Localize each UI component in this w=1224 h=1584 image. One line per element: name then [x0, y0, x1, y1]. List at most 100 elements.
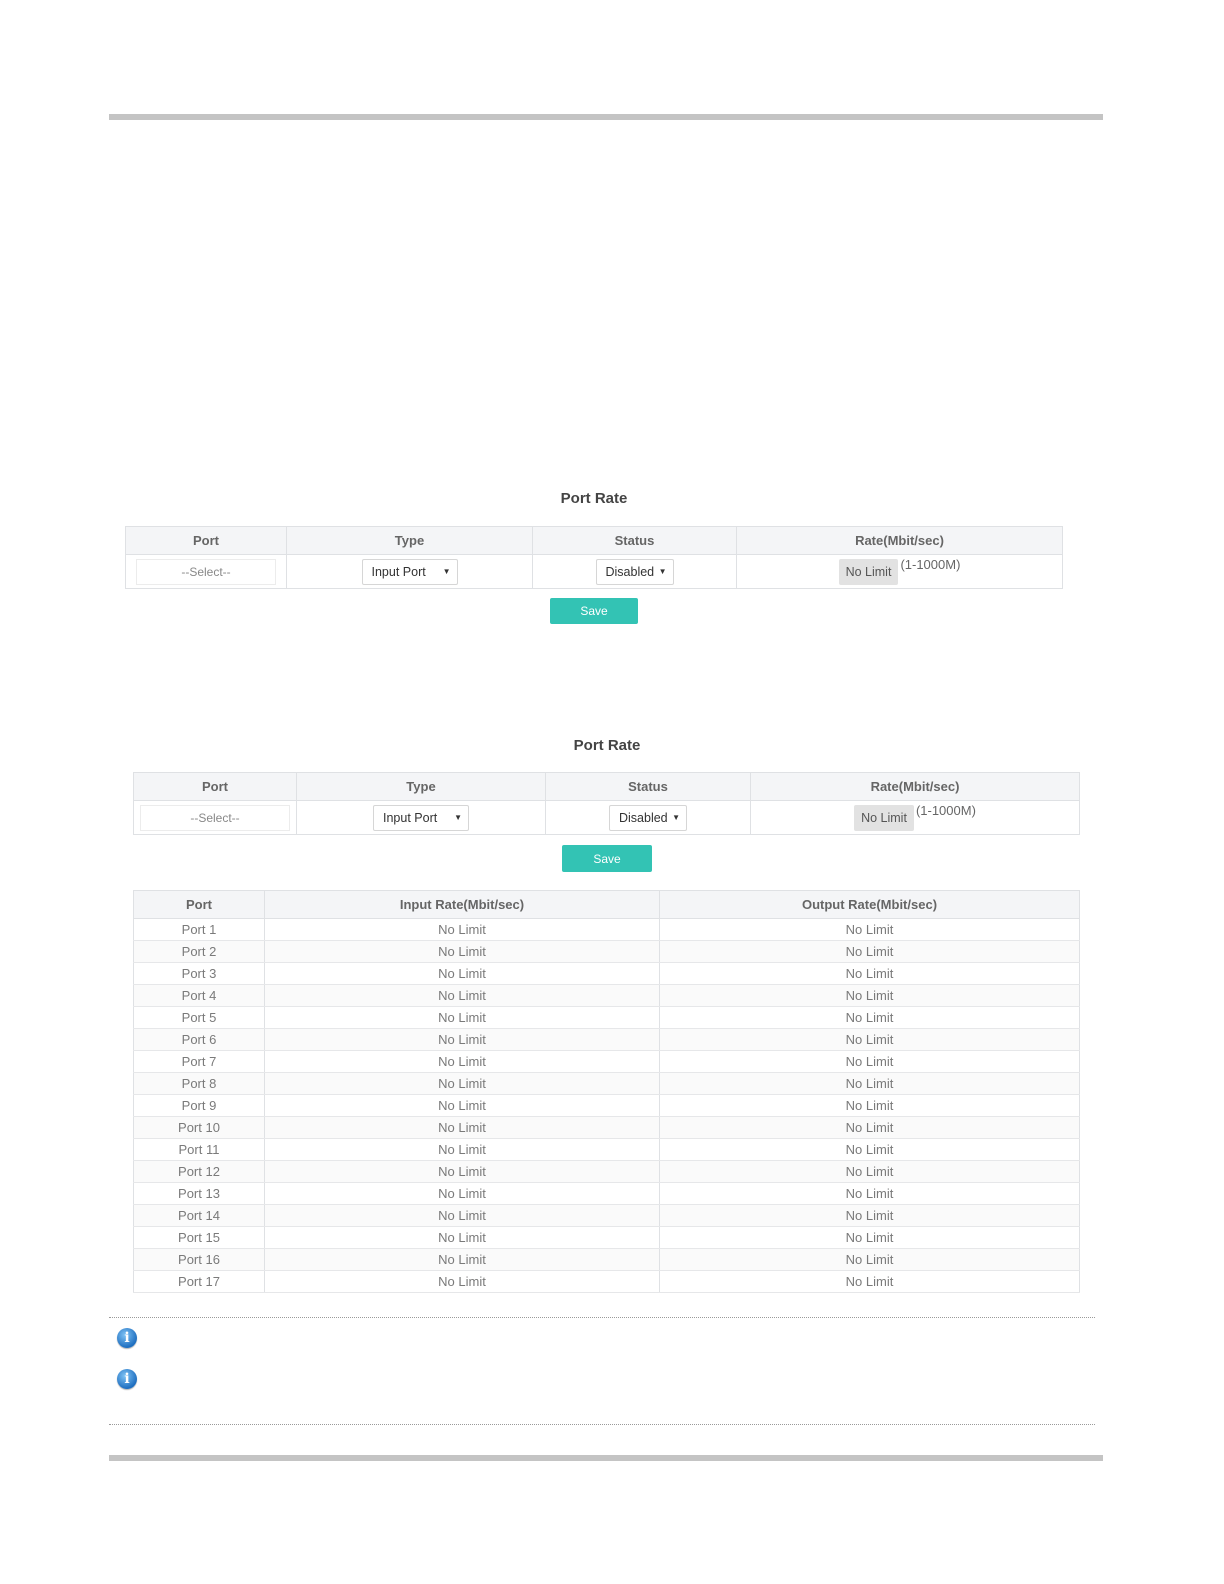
cell-port: Port 8 — [133, 1072, 265, 1095]
cell-port: Port 11 — [133, 1138, 265, 1161]
cell-port: Port 13 — [133, 1182, 265, 1205]
cell-input: No Limit — [264, 1248, 660, 1271]
cell-output: No Limit — [659, 962, 1080, 985]
port-rate-list-table: Port Input Rate(Mbit/sec) Output Rate(Mb… — [133, 890, 1080, 1293]
cell-output: No Limit — [659, 1226, 1080, 1249]
bottom-rule — [109, 1455, 1103, 1461]
header-rate: Rate(Mbit/sec) — [736, 526, 1063, 555]
cell-port: Port 14 — [133, 1204, 265, 1227]
cell-port: Port 16 — [133, 1248, 265, 1271]
table-row: Port 7 No Limit No Limit — [133, 1050, 1080, 1073]
cell-port: Port 2 — [133, 940, 265, 963]
top-rule — [109, 114, 1103, 120]
header-type: Type — [286, 526, 533, 555]
cell-input: No Limit — [264, 1226, 660, 1249]
cell-input: No Limit — [264, 1270, 660, 1293]
table-row: Port 10 No Limit No Limit — [133, 1116, 1080, 1139]
rate-range: (1-1000M) — [915, 802, 976, 818]
cell-input: No Limit — [264, 918, 660, 941]
header-port: Port — [133, 772, 297, 801]
type-select[interactable]: Input Port ▼ — [373, 804, 469, 831]
chevron-down-icon: ▼ — [658, 566, 667, 576]
cell-output: No Limit — [659, 1204, 1080, 1227]
status-select[interactable]: Disabled ▼ — [595, 558, 674, 585]
rate-input[interactable]: No Limit — [838, 558, 899, 585]
table-row: Port 15 No Limit No Limit — [133, 1226, 1080, 1249]
info-icon: i — [117, 1328, 137, 1348]
cell-input: No Limit — [264, 1160, 660, 1183]
table-row: Port 8 No Limit No Limit — [133, 1072, 1080, 1095]
status-select[interactable]: Disabled ▼ — [609, 804, 687, 831]
table-row: Port 2 No Limit No Limit — [133, 940, 1080, 963]
header-port: Port — [133, 890, 265, 919]
chevron-down-icon: ▼ — [442, 566, 451, 576]
header-input-rate: Input Rate(Mbit/sec) — [264, 890, 660, 919]
table-row: Port 13 No Limit No Limit — [133, 1182, 1080, 1205]
header-output-rate: Output Rate(Mbit/sec) — [659, 890, 1080, 919]
table-row: Port 4 No Limit No Limit — [133, 984, 1080, 1007]
note-bottom-divider — [109, 1424, 1095, 1425]
rate-range: (1-1000M) — [900, 556, 961, 572]
port-select[interactable]: --Select-- — [136, 558, 276, 585]
table-row: Port 16 No Limit No Limit — [133, 1248, 1080, 1271]
info-icon: i — [117, 1369, 137, 1389]
cell-input: No Limit — [264, 1094, 660, 1117]
cell-input: No Limit — [264, 984, 660, 1007]
header-status: Status — [545, 772, 751, 801]
cell-output: No Limit — [659, 1050, 1080, 1073]
port-select[interactable]: --Select-- — [140, 804, 290, 831]
cell-output: No Limit — [659, 1006, 1080, 1029]
cell-input: No Limit — [264, 1116, 660, 1139]
cell-output: No Limit — [659, 918, 1080, 941]
cell-output: No Limit — [659, 1182, 1080, 1205]
cell-port: Port 10 — [133, 1116, 265, 1139]
table-row: Port 12 No Limit No Limit — [133, 1160, 1080, 1183]
type-select-value: Input Port — [371, 564, 426, 579]
status-select-value: Disabled — [619, 810, 668, 825]
cell-output: No Limit — [659, 984, 1080, 1007]
type-select-value: Input Port — [383, 810, 438, 825]
cell-output: No Limit — [659, 1072, 1080, 1095]
cell-output: No Limit — [659, 1270, 1080, 1293]
cell-port: Port 3 — [133, 962, 265, 985]
chevron-down-icon: ▼ — [672, 812, 680, 822]
table-row: Port 6 No Limit No Limit — [133, 1028, 1080, 1051]
rate-input[interactable]: No Limit — [854, 804, 914, 831]
cell-output: No Limit — [659, 1028, 1080, 1051]
table-row: Port 17 No Limit No Limit — [133, 1270, 1080, 1293]
cell-output: No Limit — [659, 1138, 1080, 1161]
section2-title: Port Rate — [573, 737, 641, 754]
save-button[interactable]: Save — [562, 845, 652, 872]
cell-port: Port 12 — [133, 1160, 265, 1183]
cell-input: No Limit — [264, 962, 660, 985]
cell-port: Port 6 — [133, 1028, 265, 1051]
save-button[interactable]: Save — [550, 598, 638, 624]
cell-input: No Limit — [264, 1050, 660, 1073]
cell-output: No Limit — [659, 1248, 1080, 1271]
cell-port: Port 17 — [133, 1270, 265, 1293]
cell-output: No Limit — [659, 1116, 1080, 1139]
header-type: Type — [296, 772, 546, 801]
cell-port: Port 5 — [133, 1006, 265, 1029]
header-rate: Rate(Mbit/sec) — [750, 772, 1080, 801]
port-rate-config-table-1: Port Type Status Rate(Mbit/sec) --Select… — [125, 526, 1063, 589]
type-select[interactable]: Input Port ▼ — [361, 558, 458, 585]
cell-port: Port 4 — [133, 984, 265, 1007]
cell-port: Port 1 — [133, 918, 265, 941]
cell-input: No Limit — [264, 1204, 660, 1227]
header-port: Port — [125, 526, 287, 555]
table-row: Port 9 No Limit No Limit — [133, 1094, 1080, 1117]
cell-output: No Limit — [659, 1160, 1080, 1183]
table-row: Port 14 No Limit No Limit — [133, 1204, 1080, 1227]
cell-input: No Limit — [264, 1138, 660, 1161]
cell-input: No Limit — [264, 1006, 660, 1029]
status-select-value: Disabled — [605, 564, 655, 579]
cell-port: Port 7 — [133, 1050, 265, 1073]
section1-title: Port Rate — [560, 490, 628, 507]
cell-input: No Limit — [264, 940, 660, 963]
cell-input: No Limit — [264, 1072, 660, 1095]
cell-output: No Limit — [659, 940, 1080, 963]
cell-port: Port 9 — [133, 1094, 265, 1117]
port-rate-config-table-2: Port Type Status Rate(Mbit/sec) --Select… — [133, 772, 1080, 835]
table-row: Port 5 No Limit No Limit — [133, 1006, 1080, 1029]
